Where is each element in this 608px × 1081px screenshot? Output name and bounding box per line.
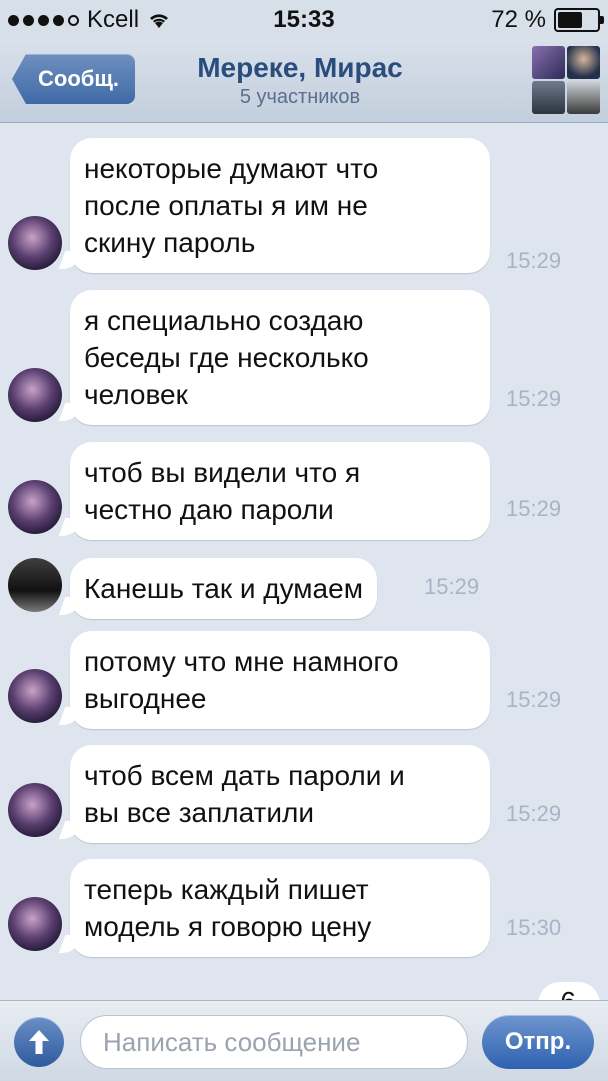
message-list[interactable]: некоторые думают что после оплаты я им н…: [0, 123, 608, 985]
message-bubble[interactable]: чтоб всем дать пароли и вы все заплатили: [70, 745, 490, 843]
message-time: 15:29: [506, 386, 562, 411]
message-time: 15:29: [506, 801, 562, 826]
battery-icon: [554, 8, 604, 32]
message-bubble[interactable]: теперь каждый пишет модель я говорю цену: [70, 859, 490, 957]
participant-avatar: [567, 81, 600, 114]
back-button[interactable]: Сообщ.: [12, 54, 136, 104]
message-bubble[interactable]: Канешь так и думаем: [70, 558, 377, 619]
composer-bar: Написать сообщение Отпр.: [0, 1000, 608, 1081]
chat-title[interactable]: Мереке, Мирас: [150, 52, 450, 84]
avatar[interactable]: [8, 368, 62, 422]
send-button[interactable]: Отпр.: [482, 1015, 594, 1069]
battery-percent: 72 %: [491, 6, 546, 33]
group-avatar[interactable]: [532, 46, 600, 114]
avatar[interactable]: [8, 480, 62, 534]
avatar[interactable]: [8, 897, 62, 951]
avatar[interactable]: [8, 216, 62, 270]
message-bubble[interactable]: потому что мне намного выгоднее: [70, 631, 490, 729]
message-time: 15:29: [424, 574, 480, 599]
avatar[interactable]: [8, 783, 62, 837]
message-time: 15:29: [506, 687, 562, 712]
status-bar: Kcell 15:33 72 %: [0, 0, 608, 40]
message-bubble[interactable]: я специально создаю беседы где несколько…: [70, 290, 490, 425]
navigation-bar: Сообщ. Мереке, Мирас 5 участников: [0, 40, 608, 123]
avatar[interactable]: [8, 669, 62, 723]
avatar[interactable]: [8, 558, 62, 612]
message-time: 15:29: [506, 496, 562, 521]
battery-group: 72 %: [491, 6, 604, 34]
message-bubble[interactable]: некоторые думают что после оплаты я им н…: [70, 138, 490, 273]
attach-button[interactable]: [14, 1017, 64, 1067]
arrow-up-icon: [29, 1030, 49, 1054]
message-time: 15:30: [506, 915, 562, 940]
message-bubble[interactable]: чтоб вы видели что я честно даю пароли: [70, 442, 490, 540]
message-input[interactable]: Написать сообщение: [80, 1015, 468, 1069]
participant-avatar: [567, 46, 600, 79]
participants-count: 5 участников: [239, 86, 361, 108]
message-time: 15:29: [506, 248, 562, 273]
participant-avatar: [532, 81, 565, 114]
participant-avatar: [532, 46, 565, 79]
